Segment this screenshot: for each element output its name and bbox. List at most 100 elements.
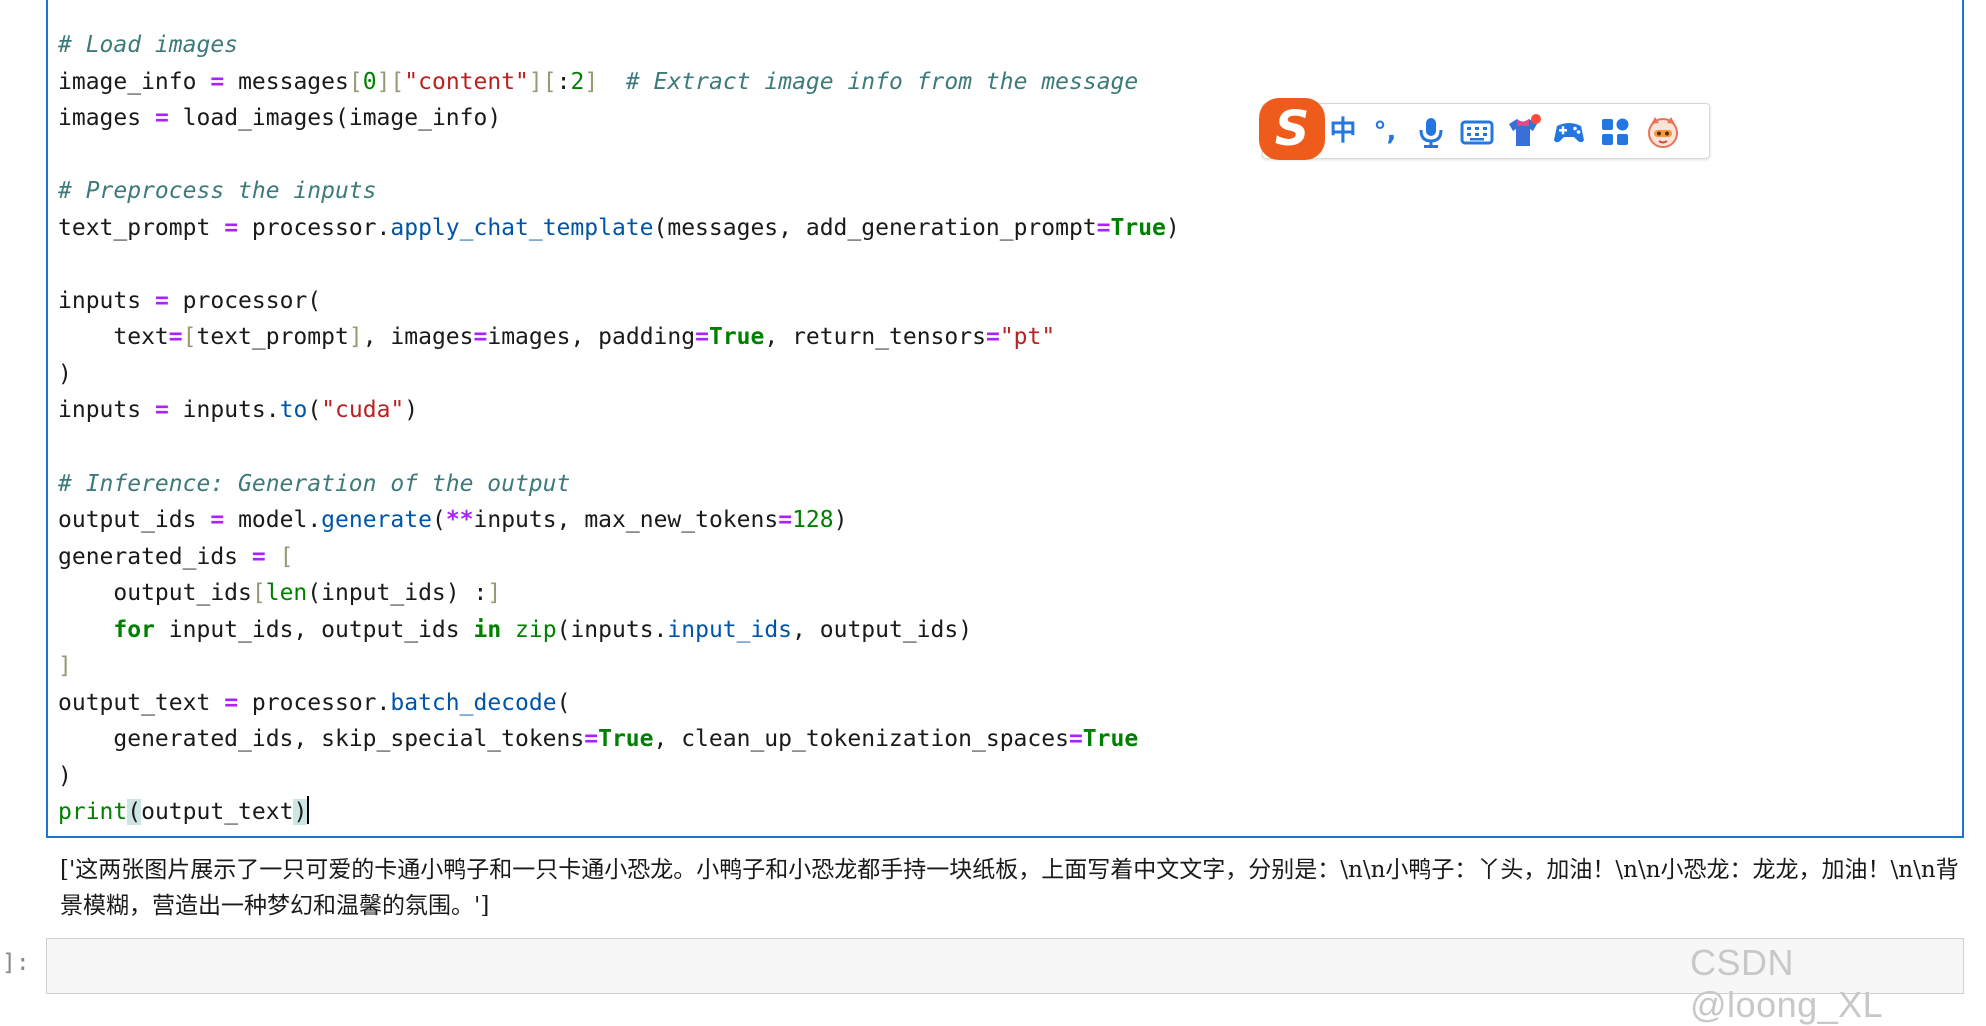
code-operator: = <box>778 507 793 534</box>
code-comment: # Extract image info from the message <box>625 68 1139 95</box>
punctuation-icon[interactable]: °, <box>1367 114 1403 150</box>
code-identifier: output_ids <box>321 616 460 643</box>
code-line: images = load_images(image_info) <box>58 100 1180 137</box>
code-punctuation: . <box>376 214 391 241</box>
code-string: "cuda" <box>321 397 405 424</box>
code-identifier: images <box>58 105 142 132</box>
code-identifier: padding <box>598 324 696 351</box>
code-identifier: processor <box>251 214 377 241</box>
code-punctuation: ( <box>431 507 446 534</box>
code-string: "pt" <box>999 324 1056 351</box>
code-line: generated_ids = [ <box>58 539 1180 576</box>
code-line: text_prompt = processor.apply_chat_templ… <box>58 210 1180 247</box>
code-line: # Load images <box>58 27 1180 64</box>
code-identifier: images <box>487 324 571 351</box>
chinese-mode-label: 中 <box>1329 116 1357 147</box>
code-attribute: batch_decode <box>390 689 557 716</box>
skin-shirt-icon[interactable] <box>1505 114 1541 150</box>
empty-code-cell[interactable] <box>46 938 1964 994</box>
code-bracket: ] <box>376 68 391 95</box>
code-operator: = <box>210 507 225 534</box>
code-identifier: generated_ids <box>58 543 239 570</box>
sogou-logo-letter: S <box>1274 101 1310 157</box>
microphone-icon[interactable] <box>1413 114 1449 150</box>
code-number: 128 <box>792 507 834 534</box>
code-bracket: [ <box>390 68 405 95</box>
code-line: output_text = processor.batch_decode( <box>58 685 1180 722</box>
notification-badge <box>1531 114 1541 124</box>
mascot-icon[interactable] <box>1645 114 1681 150</box>
code-bracket: [ <box>348 68 363 95</box>
code-operator: = <box>154 105 169 132</box>
code-line: generated_ids, skip_special_tokens=True,… <box>58 721 1180 758</box>
apps-grid-icon[interactable] <box>1597 114 1633 150</box>
code-operator: = <box>168 324 183 351</box>
chinese-mode-icon[interactable]: 中 <box>1325 114 1361 150</box>
code-identifier: output_text <box>141 799 294 826</box>
code-identifier: images <box>390 324 474 351</box>
code-line: print(output_text) <box>58 794 1180 831</box>
code-punctuation: ( <box>556 689 571 716</box>
code-punctuation: , <box>362 324 377 351</box>
code-punctuation: , <box>764 324 779 351</box>
code-number: 2 <box>570 68 585 95</box>
code-keyword: True <box>708 324 765 351</box>
code-operator: = <box>224 214 239 241</box>
code-punctuation: ( <box>307 287 322 314</box>
code-line: output_ids = model.generate(**inputs, ma… <box>58 502 1180 539</box>
game-controller-icon[interactable] <box>1551 114 1587 150</box>
code-identifier: load_images <box>182 105 335 132</box>
code-attribute: to <box>279 397 308 424</box>
code-bracket: ] <box>487 580 502 607</box>
code-keyword: for <box>113 616 155 643</box>
text-cursor <box>307 796 310 825</box>
code-number: 0 <box>362 68 377 95</box>
code-identifier: image_info <box>58 68 197 95</box>
code-bracket: [ <box>542 68 557 95</box>
code-keyword: True <box>598 726 654 753</box>
watermark: CSDN @loong_XL <box>1690 942 1884 1025</box>
code-punctuation: ( <box>653 214 668 241</box>
code-punctuation: ) <box>404 397 419 424</box>
code-identifier: text <box>113 324 169 351</box>
code-punctuation: ) <box>445 580 460 607</box>
code-identifier: output_ids <box>113 580 252 607</box>
code-operator: = <box>985 324 1000 351</box>
code-bracket: [ <box>251 580 266 607</box>
code-punctuation: , <box>293 726 308 753</box>
code-bracket: ] <box>348 324 363 351</box>
code-line: # Preprocess the inputs <box>58 173 1180 210</box>
code-identifier: input_ids <box>168 616 294 643</box>
code-punctuation: , <box>556 507 571 534</box>
code-punctuation: ( <box>307 580 322 607</box>
code-identifier: skip_special_tokens <box>321 726 585 753</box>
code-identifier: messages <box>238 68 349 95</box>
code-operator: = <box>251 543 266 570</box>
code-identifier: text_prompt <box>58 214 211 241</box>
ime-toolbar[interactable]: S 中 °, <box>1259 98 1710 160</box>
code-identifier: add_generation_prompt <box>805 214 1097 241</box>
code-bracket: ] <box>58 653 72 680</box>
code-identifier: inputs <box>58 397 142 424</box>
code-identifier: processor <box>251 689 377 716</box>
code-punctuation: ) <box>1165 214 1180 241</box>
code-operator: = <box>1096 214 1111 241</box>
code-operator: = <box>473 324 488 351</box>
keyboard-icon[interactable] <box>1459 114 1495 150</box>
code-punctuation: : <box>556 68 571 95</box>
code-identifier: inputs <box>570 616 654 643</box>
code-punctuation: , <box>570 324 585 351</box>
code-editor[interactable]: # Load images image_info = messages[0]["c… <box>58 27 1180 831</box>
code-identifier: output_ids <box>58 507 197 534</box>
code-punctuation: ( <box>127 799 142 826</box>
code-identifier: processor <box>182 287 308 314</box>
code-attribute: input_ids <box>667 616 793 643</box>
sogou-logo-icon[interactable]: S <box>1259 98 1325 160</box>
code-operator: = <box>584 726 599 753</box>
code-line: text=[text_prompt], images=images, paddi… <box>58 319 1180 356</box>
code-operator: = <box>154 287 169 314</box>
code-builtin: zip <box>515 616 557 643</box>
